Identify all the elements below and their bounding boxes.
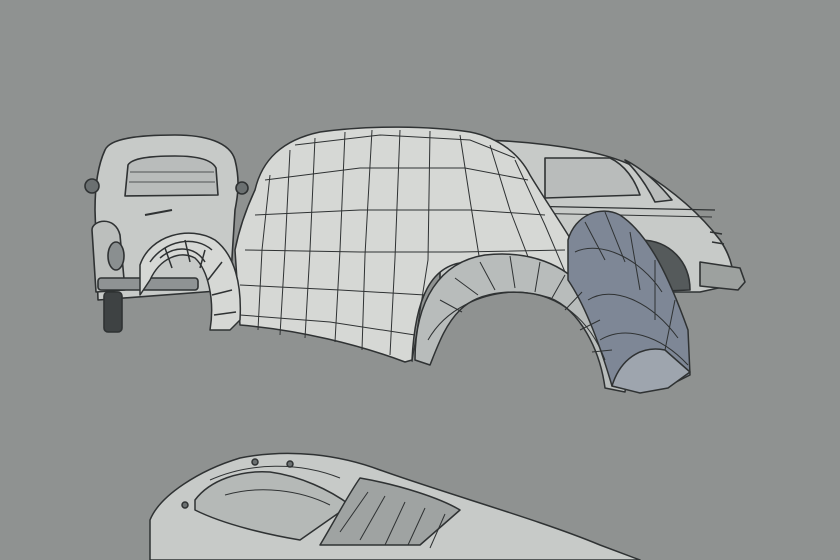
rear-reference-window <box>124 155 219 197</box>
viewport-canvas[interactable] <box>0 0 840 560</box>
rear-reference-taillight <box>107 241 125 271</box>
3d-modeling-viewport[interactable] <box>0 0 840 560</box>
rear-reference-mirror-left <box>84 178 100 194</box>
rear-reference-mirror-right <box>235 181 249 195</box>
rear-reference-wheel <box>103 291 123 333</box>
